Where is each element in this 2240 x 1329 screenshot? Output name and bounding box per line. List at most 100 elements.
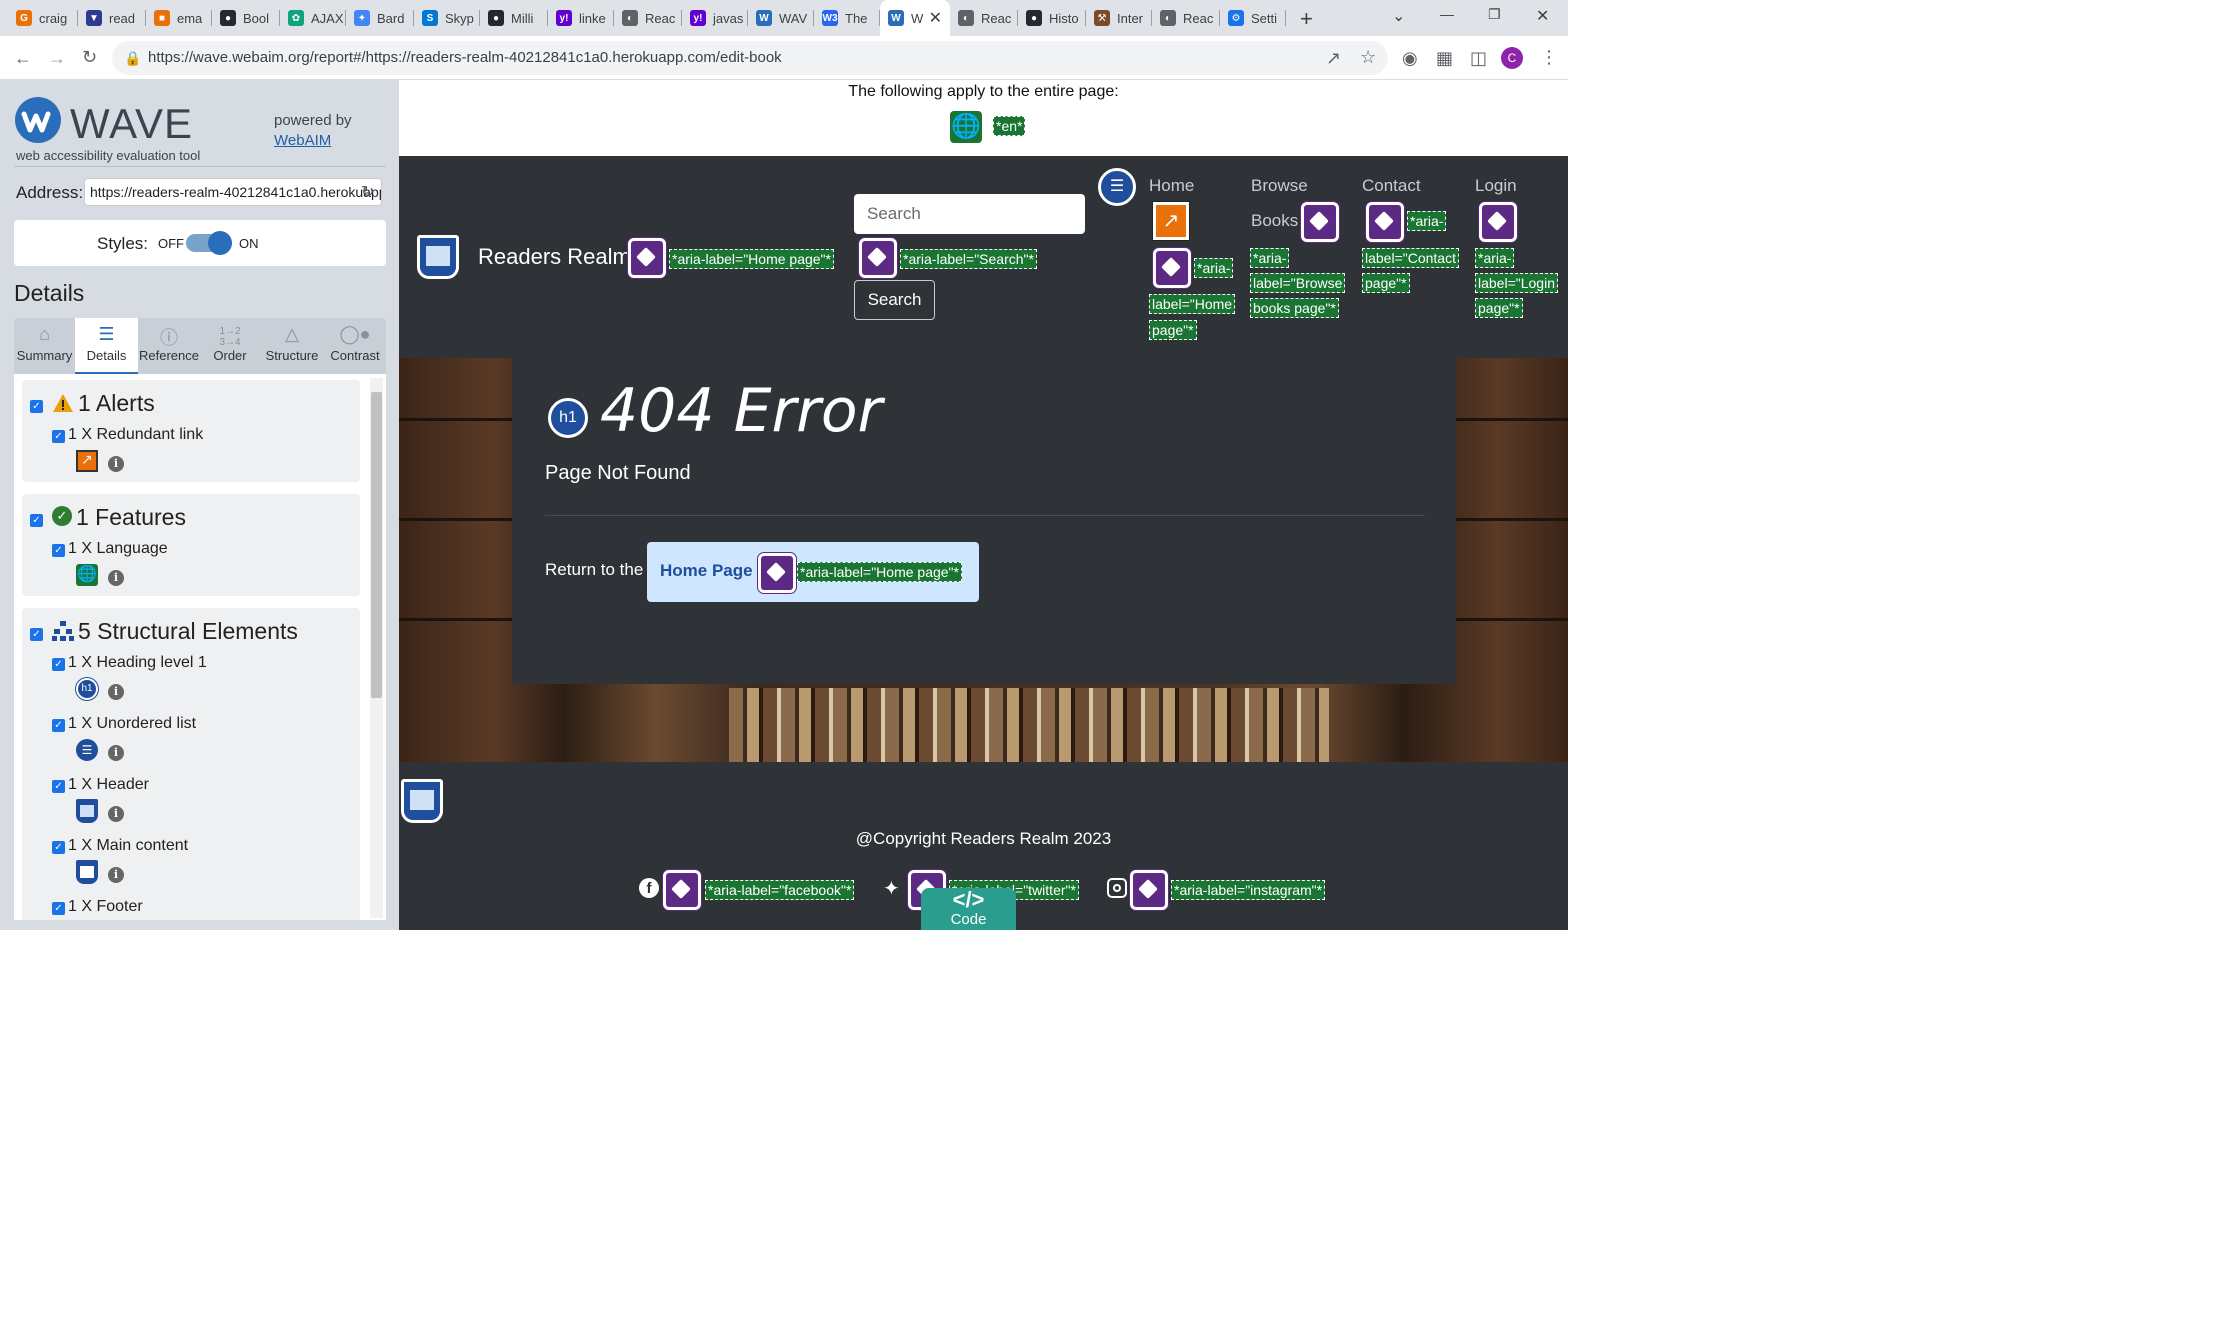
header-landmark-icon[interactable] <box>417 235 459 279</box>
info-icon[interactable]: i <box>108 570 124 586</box>
globe-icon[interactable]: 🌐 <box>76 564 98 586</box>
new-tab-icon[interactable]: + <box>1300 6 1313 32</box>
info-icon[interactable]: i <box>108 745 124 761</box>
tab-reference[interactable]: ⓘ Reference <box>138 318 200 374</box>
code-panel-toggle[interactable]: </> Code <box>921 888 1016 930</box>
bookmark-star-icon[interactable]: ☆ <box>1360 48 1376 66</box>
browser-tab[interactable]: ⚒ Inter <box>1086 0 1152 36</box>
browser-tab[interactable]: ⚙ Setti <box>1220 0 1286 36</box>
browser-tab[interactable]: ● Bool <box>212 0 280 36</box>
tab-contrast[interactable]: ◯● Contrast <box>324 318 386 374</box>
h1-icon[interactable]: h1 <box>548 398 588 438</box>
kebab-menu-icon[interactable]: ⋮ <box>1540 48 1558 66</box>
aria-label-tag-icon[interactable] <box>859 238 897 278</box>
aria-label-tag-icon[interactable] <box>1479 202 1517 242</box>
aria-label-tag-icon[interactable] <box>1130 870 1168 910</box>
url-text[interactable]: https://wave.webaim.org/report#/https://… <box>148 49 782 66</box>
aria-label-tag-icon[interactable] <box>663 870 701 910</box>
structure-checkbox[interactable]: ✓ <box>30 628 43 641</box>
browser-tab[interactable]: y! linke <box>548 0 614 36</box>
extension-bug-icon[interactable]: ◉ <box>1402 49 1418 67</box>
tab-summary[interactable]: ⌂ Summary <box>14 318 75 374</box>
browser-tab[interactable]: ✦ Bard <box>346 0 414 36</box>
browser-tab[interactable]: Gcraig <box>8 0 78 36</box>
address-bar[interactable]: 🔒 https://wave.webaim.org/report#/https:… <box>112 41 1388 75</box>
browser-tab[interactable]: W3 The <box>814 0 880 36</box>
aria-label-tag-icon[interactable] <box>628 238 666 278</box>
features-checkbox[interactable]: ✓ <box>30 514 43 527</box>
redundant-link-alert-icon[interactable]: ↗ <box>1153 202 1189 240</box>
language-globe-icon[interactable]: 🌐 <box>950 111 982 143</box>
home-page-link[interactable]: Home Page *aria-label="Home page"* <box>647 542 979 602</box>
close-tab-icon[interactable]: ✕ <box>929 8 942 28</box>
nav-browse[interactable]: Browse <box>1251 176 1308 196</box>
main-region-icon[interactable] <box>76 860 98 884</box>
header-region-icon[interactable] <box>76 799 98 823</box>
aria-label-tag-icon[interactable] <box>1153 248 1191 288</box>
restore-icon[interactable]: ❐ <box>1488 6 1501 23</box>
footer-checkbox[interactable]: ✓ <box>52 902 65 915</box>
brand-name[interactable]: Readers Realm <box>478 244 631 270</box>
browser-tab[interactable]: W WAV <box>748 0 814 36</box>
browser-tab[interactable]: W W ✕ <box>880 0 950 36</box>
puzzle-icon[interactable]: ▦ <box>1436 49 1453 67</box>
twitter-icon[interactable]: ✦ <box>883 876 900 901</box>
details-scrollbar[interactable] <box>370 378 383 918</box>
nav-books[interactable]: Books <box>1251 211 1298 231</box>
search-input[interactable]: Search <box>854 194 1085 234</box>
browser-tab[interactable]: ◐ Reac <box>614 0 682 36</box>
redundant-link-icon[interactable]: ↗ <box>76 450 98 472</box>
address-input[interactable]: https://readers-realm-40212841c1a0.herok… <box>84 178 382 206</box>
refresh-icon[interactable]: ↻ <box>361 182 374 202</box>
heading-checkbox[interactable]: ✓ <box>52 658 65 671</box>
browser-tab[interactable]: ▼ read <box>78 0 146 36</box>
nav-contact[interactable]: Contact <box>1362 176 1421 196</box>
aria-label-tag-icon[interactable] <box>1301 202 1339 242</box>
header-checkbox[interactable]: ✓ <box>52 780 65 793</box>
lock-icon[interactable]: 🔒 <box>124 49 141 67</box>
aria-label-tag-icon[interactable] <box>1366 202 1404 242</box>
info-icon[interactable]: i <box>108 456 124 472</box>
tab-details[interactable]: ☰ Details <box>75 318 138 374</box>
close-window-icon[interactable]: ✕ <box>1536 6 1549 26</box>
browser-tab[interactable]: y! javas <box>682 0 748 36</box>
redundant-link-checkbox[interactable]: ✓ <box>52 430 65 443</box>
main-checkbox[interactable]: ✓ <box>52 841 65 854</box>
browser-tab[interactable]: ■ ema <box>146 0 212 36</box>
webaim-link[interactable]: WebAIM <box>274 132 331 149</box>
side-panel-icon[interactable]: ◫ <box>1470 49 1487 67</box>
search-button[interactable]: Search <box>854 280 935 320</box>
alerts-checkbox[interactable]: ✓ <box>30 400 43 413</box>
info-icon[interactable]: i <box>108 684 124 700</box>
h1-icon[interactable]: h1 <box>76 678 98 700</box>
browser-tab[interactable]: ● Histo <box>1018 0 1086 36</box>
info-icon[interactable]: i <box>108 806 124 822</box>
back-icon[interactable]: ← <box>14 49 32 67</box>
reload-icon[interactable]: ↻ <box>82 48 97 66</box>
nav-home[interactable]: Home <box>1149 176 1194 196</box>
tab-structure[interactable]: △ Structure <box>260 318 324 374</box>
tab-order[interactable]: 1→2 3→4 Order <box>200 318 260 374</box>
list-checkbox[interactable]: ✓ <box>52 719 65 732</box>
profile-avatar[interactable]: C <box>1501 47 1523 69</box>
scrollbar-thumb[interactable] <box>371 392 382 698</box>
styles-toggle[interactable] <box>186 231 232 255</box>
browser-tab[interactable]: ● Milli <box>480 0 548 36</box>
browser-tab[interactable]: ◐ Reac <box>950 0 1018 36</box>
nav-login[interactable]: Login <box>1475 176 1517 196</box>
browser-tab[interactable]: ◐ Reac <box>1152 0 1220 36</box>
share-icon[interactable]: ↗ <box>1326 49 1341 67</box>
unordered-list-icon[interactable]: ☰ <box>1098 168 1136 206</box>
tab-search-icon[interactable]: ⌄ <box>1392 6 1405 26</box>
language-checkbox[interactable]: ✓ <box>52 544 65 557</box>
minimize-icon[interactable]: — <box>1440 6 1454 22</box>
aria-label-tag-icon[interactable] <box>758 553 796 593</box>
forward-icon[interactable]: → <box>48 49 66 67</box>
browser-tab[interactable]: ✿ AJAX <box>280 0 346 36</box>
facebook-icon[interactable]: f <box>639 878 659 898</box>
footer-landmark-icon[interactable] <box>401 779 443 823</box>
browser-tab[interactable]: S Skyp <box>414 0 480 36</box>
info-icon[interactable]: i <box>108 867 124 883</box>
instagram-icon[interactable] <box>1107 878 1127 898</box>
ul-icon[interactable]: ☰ <box>76 739 98 761</box>
